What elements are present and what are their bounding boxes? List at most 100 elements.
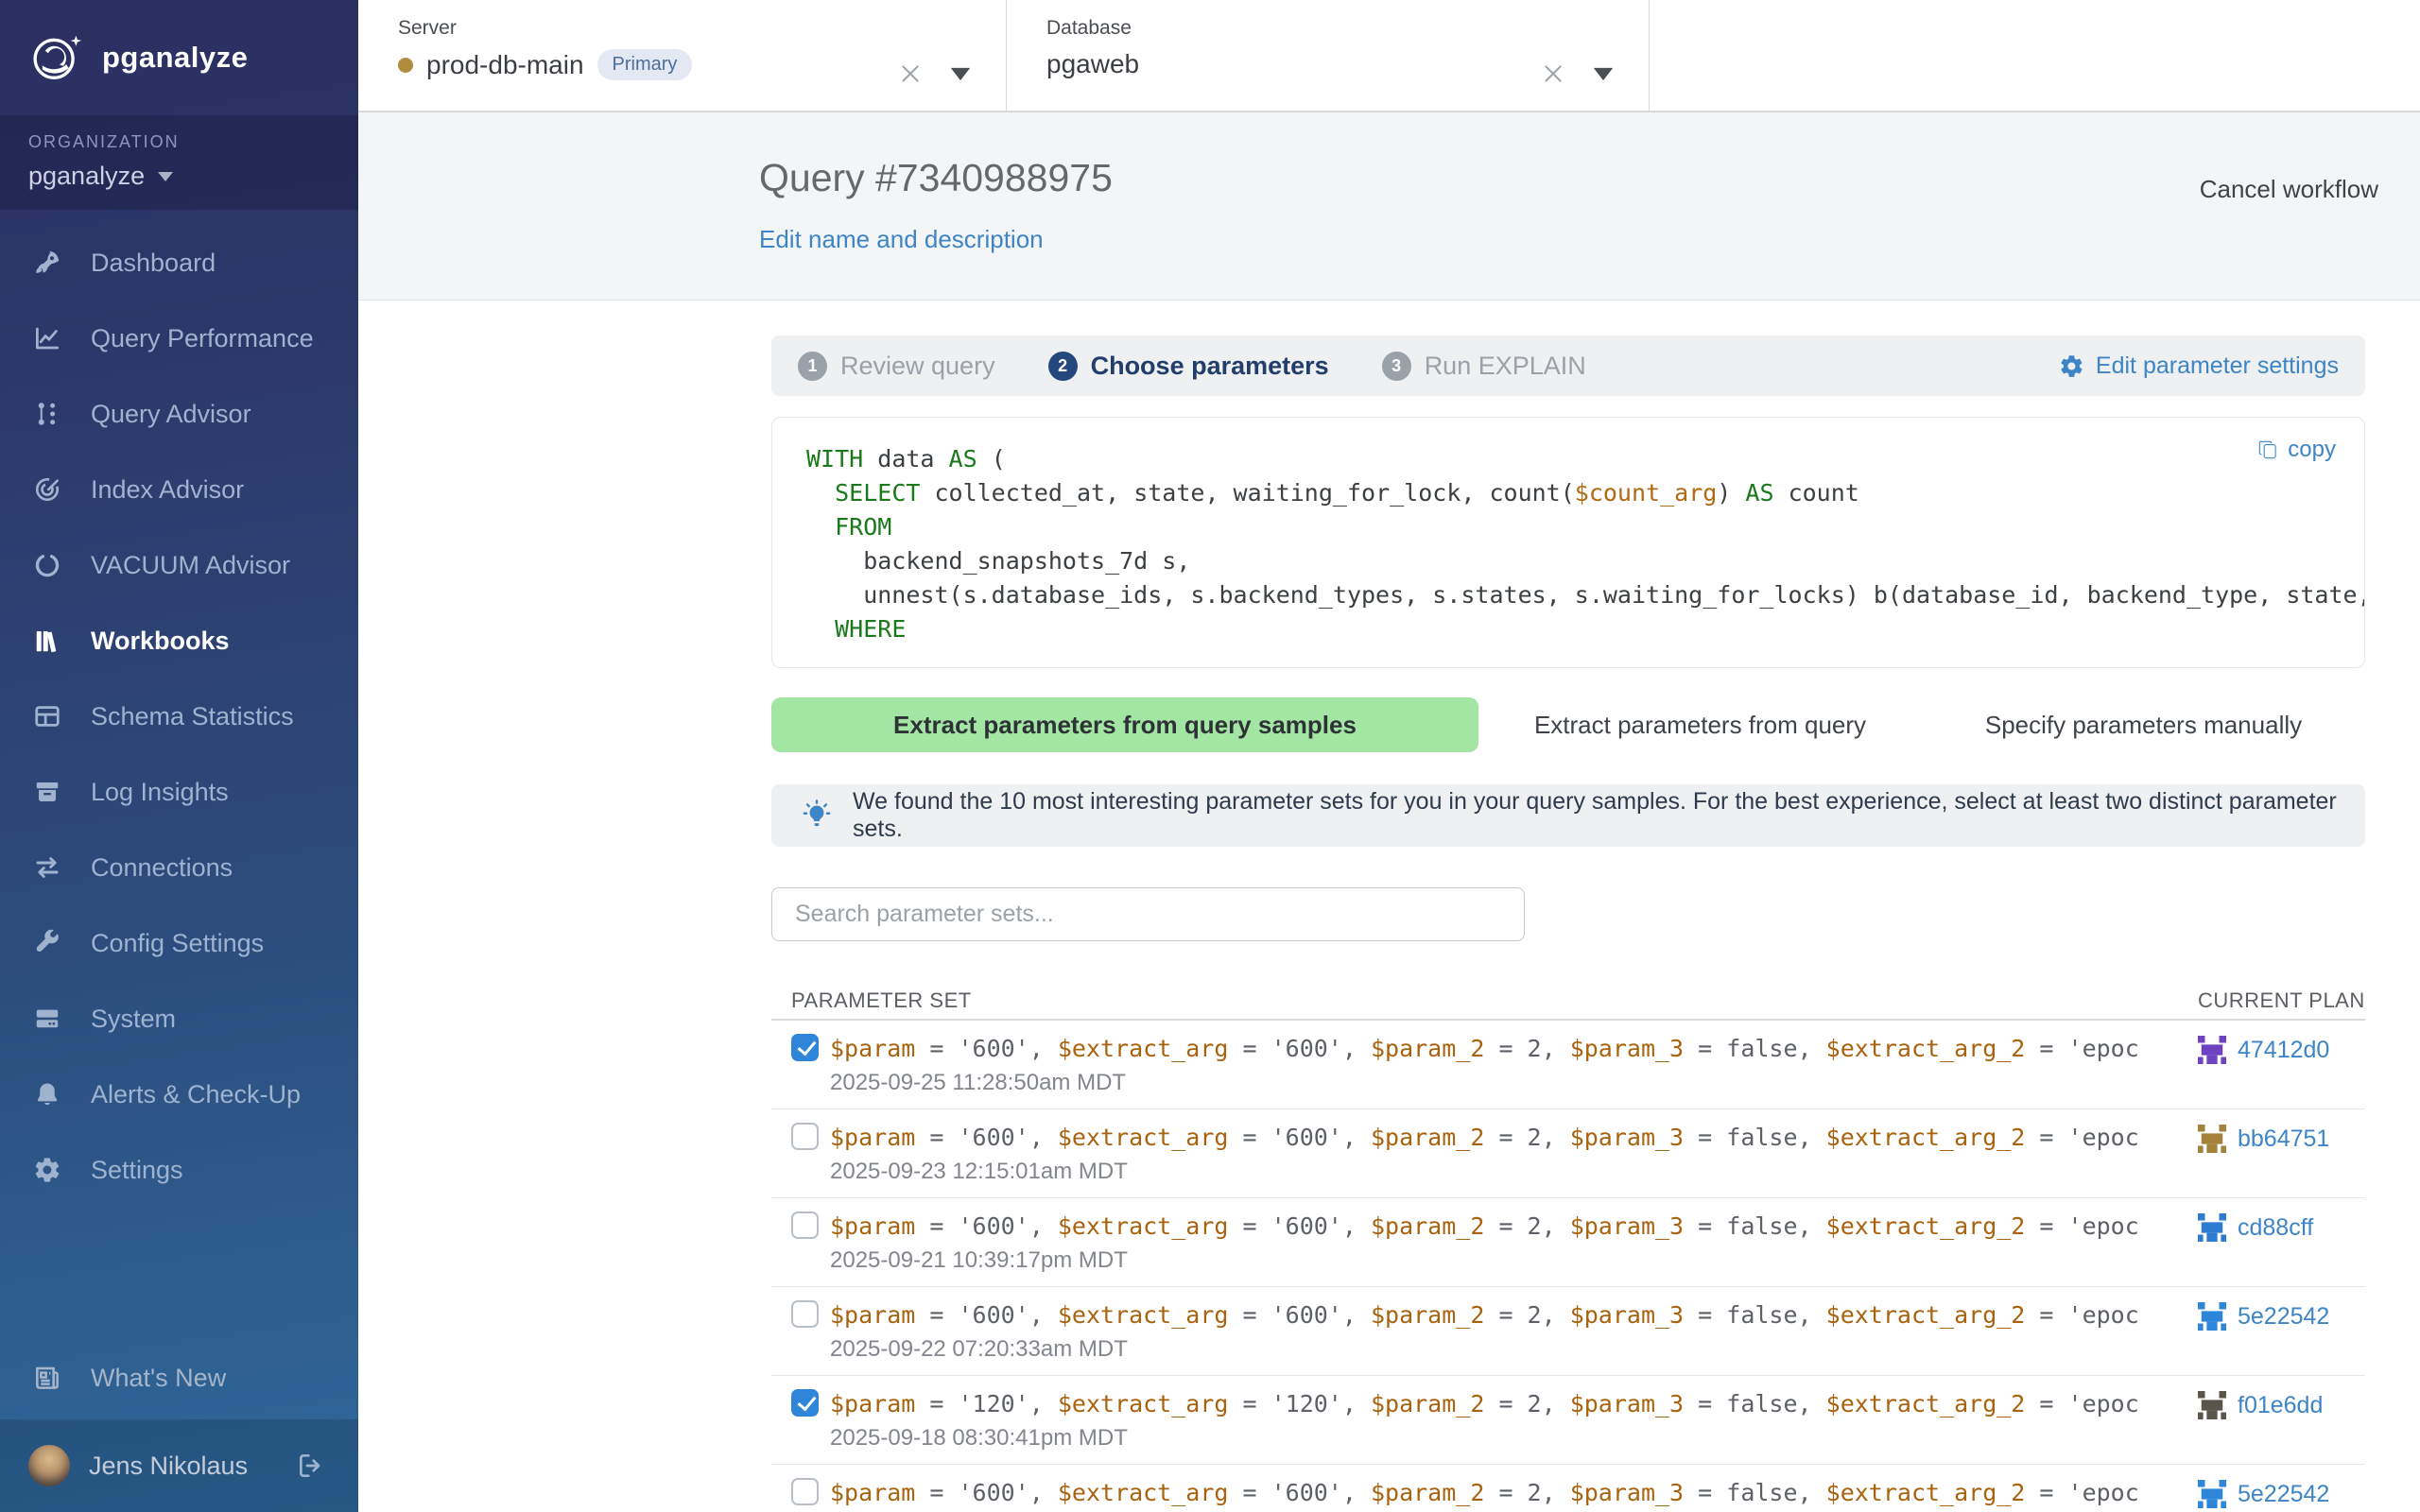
row-checkbox[interactable] xyxy=(791,1478,819,1505)
plan-identicon xyxy=(2198,1391,2226,1419)
page-title: Query #7340988975 xyxy=(759,156,2420,200)
line-chart-icon xyxy=(32,323,62,353)
topbar: Server prod-db-main Primary Database pga… xyxy=(358,0,2420,112)
parameter-set-text: $param = '600', $extract_arg = '600', $p… xyxy=(830,1211,2198,1242)
plan-identicon xyxy=(2198,1213,2226,1242)
sidebar-item-system[interactable]: System xyxy=(0,981,358,1057)
newspaper-icon xyxy=(32,1363,62,1393)
sidebar-item-whats-new[interactable]: What's New xyxy=(0,1336,358,1419)
plan-link[interactable]: 5e22542 xyxy=(2238,1303,2329,1331)
row-checkbox[interactable] xyxy=(791,1300,819,1328)
edit-parameter-settings-link[interactable]: Edit parameter settings xyxy=(2059,352,2339,380)
step-review-query[interactable]: 1 Review query xyxy=(798,352,995,381)
banner-text: We found the 10 most interesting paramet… xyxy=(853,788,2337,843)
spiral-target-icon xyxy=(32,474,62,505)
chevron-down-icon[interactable] xyxy=(949,66,972,87)
row-checkbox[interactable] xyxy=(791,1034,819,1061)
logout-icon[interactable] xyxy=(296,1451,326,1481)
cancel-workflow-link[interactable]: Cancel workflow xyxy=(2200,175,2378,204)
avatar xyxy=(28,1445,70,1486)
sidebar-item-settings[interactable]: Settings xyxy=(0,1132,358,1208)
server-selector[interactable]: Server prod-db-main Primary xyxy=(358,0,1007,111)
sidebar-item-dashboard[interactable]: Dashboard xyxy=(0,225,358,301)
user-menu[interactable]: Jens Nikolaus xyxy=(0,1419,358,1512)
row-checkbox[interactable] xyxy=(791,1389,819,1417)
database-selector[interactable]: Database pgaweb xyxy=(1007,0,1650,111)
database-name: pgaweb xyxy=(1046,49,1139,79)
table-row: $param = '600', $extract_arg = '600', $p… xyxy=(771,1021,2365,1109)
gear-icon xyxy=(2059,353,2084,379)
org-name: pganalyze xyxy=(28,162,145,191)
plan-identicon xyxy=(2198,1036,2226,1064)
plan-link[interactable]: 47412d0 xyxy=(2238,1037,2329,1064)
sidebar-item-query-advisor[interactable]: Query Advisor xyxy=(0,376,358,452)
branch-dots-icon xyxy=(32,399,62,429)
plan-identicon xyxy=(2198,1302,2226,1331)
copy-button[interactable]: copy xyxy=(2256,437,2336,463)
step-run-explain[interactable]: 3 Run EXPLAIN xyxy=(1382,352,1586,381)
steps-bar: 1 Review query 2 Choose parameters 3 Run… xyxy=(771,335,2365,396)
workflow-content: 1 Review query 2 Choose parameters 3 Run… xyxy=(358,301,2420,1512)
main-area: Server prod-db-main Primary Database pga… xyxy=(358,0,2420,1512)
sample-timestamp: 2025-09-25 11:28:50am MDT xyxy=(830,1070,2198,1096)
table-row: $param = '600', $extract_arg = '600', $p… xyxy=(771,1109,2365,1198)
plan-link[interactable]: bb64751 xyxy=(2238,1125,2329,1153)
parameter-source-tabs: Extract parameters from query samples Ex… xyxy=(771,697,2365,752)
server-name: prod-db-main xyxy=(426,50,584,80)
server-stack-icon xyxy=(32,1004,62,1034)
table-row: $param = '600', $extract_arg = '600', $p… xyxy=(771,1198,2365,1287)
plan-link[interactable]: cd88cff xyxy=(2238,1214,2313,1242)
sidebar-item-alerts-checkup[interactable]: Alerts & Check-Up xyxy=(0,1057,358,1132)
tab-specify-manually[interactable]: Specify parameters manually xyxy=(1922,711,2365,740)
brand-logo[interactable]: pganalyze xyxy=(0,0,358,115)
sidebar-item-config-settings[interactable]: Config Settings xyxy=(0,905,358,981)
chevron-down-icon[interactable] xyxy=(1592,66,1615,87)
user-name: Jens Nikolaus xyxy=(89,1452,277,1481)
sidebar-bottom: What's New Jens Nikolaus xyxy=(0,1336,358,1512)
org-switcher[interactable]: ORGANIZATION pganalyze xyxy=(0,115,358,210)
sample-timestamp: 2025-09-18 08:30:41pm MDT xyxy=(830,1425,2198,1452)
info-banner: We found the 10 most interesting paramet… xyxy=(771,784,2365,847)
swap-arrows-icon xyxy=(32,852,62,883)
plan-link[interactable]: 5e22542 xyxy=(2238,1481,2329,1508)
chevron-down-icon xyxy=(156,170,175,183)
sidebar-item-query-performance[interactable]: Query Performance xyxy=(0,301,358,376)
sidebar-item-log-insights[interactable]: Log Insights xyxy=(0,754,358,830)
plan-identicon xyxy=(2198,1125,2226,1153)
tab-extract-from-query[interactable]: Extract parameters from query xyxy=(1478,711,1922,740)
plan-link[interactable]: f01e6dd xyxy=(2238,1392,2323,1419)
table-header: PARAMETER SET CURRENT PLAN RUNTIME xyxy=(771,983,2365,1021)
primary-badge: Primary xyxy=(597,49,693,80)
parameter-set-text: $param = '120', $extract_arg = '120', $p… xyxy=(830,1389,2198,1419)
database-label: Database xyxy=(1046,17,1541,40)
sidebar: pganalyze ORGANIZATION pganalyze Dashboa… xyxy=(0,0,358,1512)
sample-timestamp: 2025-09-23 12:15:01am MDT xyxy=(830,1159,2198,1185)
org-label: ORGANIZATION xyxy=(28,132,358,152)
lightbulb-icon xyxy=(800,799,834,833)
clear-icon[interactable] xyxy=(898,61,923,91)
parameter-set-text: $param = '600', $extract_arg = '600', $p… xyxy=(830,1300,2198,1331)
parameter-set-text: $param = '600', $extract_arg = '600', $p… xyxy=(830,1123,2198,1153)
table-row: $param = '600', $extract_arg = '600', $p… xyxy=(771,1287,2365,1376)
sidebar-item-workbooks[interactable]: Workbooks xyxy=(0,603,358,679)
brand-name: pganalyze xyxy=(102,41,248,75)
server-label: Server xyxy=(398,17,898,40)
sidebar-item-index-advisor[interactable]: Index Advisor xyxy=(0,452,358,527)
open-circle-icon xyxy=(32,550,62,580)
search-input[interactable] xyxy=(771,887,1525,941)
row-checkbox[interactable] xyxy=(791,1123,819,1150)
clear-icon[interactable] xyxy=(1541,61,1565,91)
sidebar-item-vacuum-advisor[interactable]: VACUUM Advisor xyxy=(0,527,358,603)
copy-icon xyxy=(2256,438,2280,462)
sidebar-item-schema-statistics[interactable]: Schema Statistics xyxy=(0,679,358,754)
col-current-plan: CURRENT PLAN xyxy=(2198,988,2420,1013)
bell-icon xyxy=(32,1079,62,1109)
row-checkbox[interactable] xyxy=(791,1211,819,1239)
tab-extract-from-samples[interactable]: Extract parameters from query samples xyxy=(771,697,1478,752)
pganalyze-logo-icon xyxy=(28,28,87,87)
sidebar-item-connections[interactable]: Connections xyxy=(0,830,358,905)
edit-name-link[interactable]: Edit name and description xyxy=(759,225,1044,254)
step-choose-parameters[interactable]: 2 Choose parameters xyxy=(1048,352,1329,381)
parameter-set-text: $param = '600', $extract_arg = '600', $p… xyxy=(830,1478,2198,1508)
table-row: $param = '600', $extract_arg = '600', $p… xyxy=(771,1465,2365,1512)
